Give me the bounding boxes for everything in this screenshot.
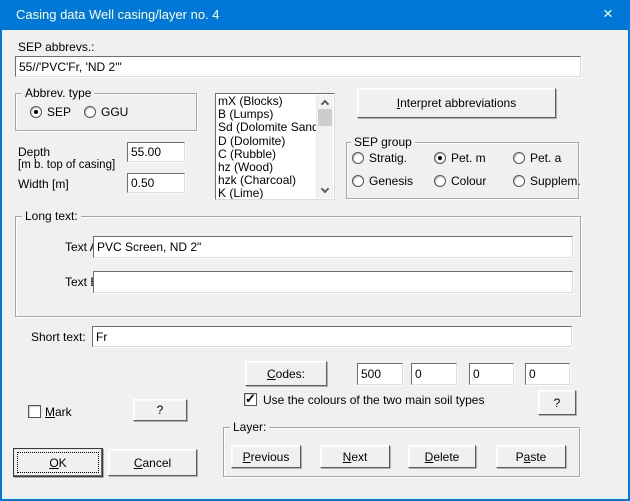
radio-genesis-label: Genesis xyxy=(369,174,413,188)
short-text-input[interactable] xyxy=(92,326,572,347)
cancel-button[interactable]: Cancel xyxy=(108,449,197,476)
radio-genesis[interactable]: Genesis xyxy=(352,174,413,188)
scroll-down-icon[interactable] xyxy=(321,185,329,193)
list-item[interactable]: K (Lime) xyxy=(218,187,315,200)
radio-colour-label: Colour xyxy=(451,174,486,188)
codes-button[interactable]: Codes: xyxy=(245,361,327,386)
radio-stratig-label: Stratig. xyxy=(369,151,407,165)
width-label: Width [m] xyxy=(18,177,69,191)
previous-button[interactable]: Previous xyxy=(231,445,301,468)
layer-group: Layer: Previous Next Delete Paste xyxy=(223,427,580,477)
close-icon[interactable]: × xyxy=(586,0,630,30)
sep-group: SEP group Stratig. Pet. m Pet. a Genesis… xyxy=(346,142,579,199)
long-text-group: Long text: Text A1: Text B xyxy=(15,216,581,317)
radio-supplem[interactable]: Supplem. xyxy=(513,174,581,188)
radio-sep[interactable]: SEP xyxy=(30,105,71,119)
radio-ggu-label: GGU xyxy=(101,105,128,119)
layer-group-label: Layer: xyxy=(230,420,269,434)
radio-pet-a[interactable]: Pet. a xyxy=(513,151,561,165)
radio-supplem-label: Supplem. xyxy=(530,174,581,188)
radio-stratig[interactable]: Stratig. xyxy=(352,151,407,165)
radio-pet-a-icon[interactable] xyxy=(513,152,525,164)
short-text-label: Short text: xyxy=(31,330,86,344)
radio-sep-label: SEP xyxy=(47,105,71,119)
radio-colour-icon[interactable] xyxy=(434,175,446,187)
radio-ggu-icon[interactable] xyxy=(84,106,96,118)
radio-pet-m-label: Pet. m xyxy=(451,151,486,165)
sep-abbrevs-label: SEP abbrevs.: xyxy=(18,40,95,54)
depth-sublabel: [m b. top of casing] xyxy=(18,159,115,171)
scrollbar-thumb[interactable] xyxy=(318,109,332,126)
text-b-input[interactable] xyxy=(93,271,573,293)
code-input-1[interactable] xyxy=(357,363,403,385)
abbrev-type-group-label: Abbrev. type xyxy=(22,86,94,100)
code-input-4[interactable] xyxy=(525,363,570,385)
help-button-right[interactable]: ? xyxy=(538,390,576,415)
next-button[interactable]: Next xyxy=(320,445,390,468)
depth-label: Depth xyxy=(18,145,50,159)
use-colours-label: Use the colours of the two main soil typ… xyxy=(263,393,484,407)
dialog-window: Casing data Well casing/layer no. 4 × SE… xyxy=(0,0,630,501)
radio-pet-a-label: Pet. a xyxy=(530,151,561,165)
sep-abbrevs-input[interactable] xyxy=(15,56,581,77)
radio-stratig-icon[interactable] xyxy=(352,152,364,164)
use-colours-checkbox[interactable] xyxy=(244,393,257,406)
width-input[interactable] xyxy=(127,173,185,193)
listbox-scrollbar[interactable] xyxy=(316,95,333,198)
long-text-group-label: Long text: xyxy=(22,209,81,223)
ok-button[interactable]: OK xyxy=(13,448,103,477)
list-item[interactable]: Sd (Dolomite Sand) xyxy=(218,121,315,134)
code-input-2[interactable] xyxy=(411,363,457,385)
delete-button[interactable]: Delete xyxy=(408,445,476,468)
depth-input[interactable] xyxy=(127,142,185,162)
abbreviation-listbox[interactable]: mX (Blocks) B (Lumps) Sd (Dolomite Sand)… xyxy=(215,93,335,200)
radio-genesis-icon[interactable] xyxy=(352,175,364,187)
mark-checkbox[interactable] xyxy=(28,405,41,418)
interpret-abbreviations-button[interactable]: Interpret abbreviations xyxy=(357,88,556,118)
abbreviation-list-items: mX (Blocks) B (Lumps) Sd (Dolomite Sand)… xyxy=(218,95,315,200)
radio-supplem-icon[interactable] xyxy=(513,175,525,187)
radio-ggu[interactable]: GGU xyxy=(84,105,128,119)
radio-colour[interactable]: Colour xyxy=(434,174,486,188)
help-button-left[interactable]: ? xyxy=(133,399,187,421)
code-input-3[interactable] xyxy=(469,363,514,385)
dialog-title: Casing data Well casing/layer no. 4 xyxy=(16,0,220,30)
radio-pet-m-icon[interactable] xyxy=(434,152,446,164)
title-bar: Casing data Well casing/layer no. 4 × xyxy=(0,0,630,30)
radio-sep-icon[interactable] xyxy=(30,106,42,118)
text-a1-input[interactable] xyxy=(93,236,573,258)
list-item[interactable]: D (Dolomite) xyxy=(218,135,315,148)
sep-group-label: SEP group xyxy=(351,135,415,149)
radio-pet-m[interactable]: Pet. m xyxy=(434,151,486,165)
paste-button[interactable]: Paste xyxy=(496,445,566,468)
abbrev-type-group: Abbrev. type SEP GGU xyxy=(15,93,197,131)
scroll-up-icon[interactable] xyxy=(321,100,329,108)
mark-label: Mark xyxy=(45,405,72,419)
